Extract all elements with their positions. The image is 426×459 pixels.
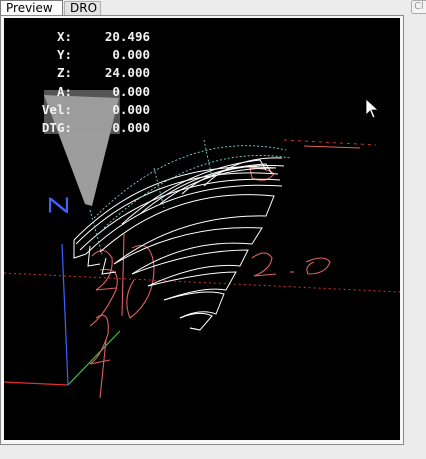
dro-row-y: Y: 0.000 [30,46,150,64]
close-button-stub[interactable]: Cl [411,0,426,14]
toolpath [73,157,285,331]
dro-row-x: X: 20.496 [30,28,150,46]
y-axis [67,330,121,386]
dro-value: 0.000 [112,83,150,99]
z-axis-label: Z [45,196,75,214]
dro-overlay: X: 20.496 Y: 0.000 Z: 24.000 A: 0.000 Vel: 0.… [30,28,150,137]
dro-label: Z: [56,65,72,81]
extent-line-upper [283,139,377,146]
dro-label: DTG: [41,120,72,136]
toolpath-preview-canvas[interactable]: Z X: 20.496 Y: 0.000 Z: 24.000 A: 0.000 … [4,18,400,440]
z-axis [61,243,69,386]
x-axis [4,381,69,386]
tab-dro[interactable]: DRO [64,1,101,15]
dro-label: A: [56,83,72,99]
dro-label: Vel: [41,101,72,117]
dro-value: 0.000 [112,120,150,136]
mouse-cursor-icon [365,98,380,119]
dro-label: X: [56,29,72,44]
dro-label: Y: [56,47,72,63]
rapid-moves [89,139,291,255]
dro-value: 0.000 [112,101,150,117]
dro-row-vel: Vel: 0.000 [30,101,150,119]
dro-row-dtg: DTG: 0.000 [30,119,150,137]
dro-value: 20.496 [104,29,150,44]
dro-value: 24.000 [104,65,150,81]
tab-preview[interactable]: Preview [0,0,63,16]
tab-bar: Preview DRO Cl [0,0,426,16]
dro-value: 0.000 [112,47,150,63]
dro-row-z: Z: 24.000 [30,64,150,82]
dro-row-a: A: 0.000 [30,83,150,101]
